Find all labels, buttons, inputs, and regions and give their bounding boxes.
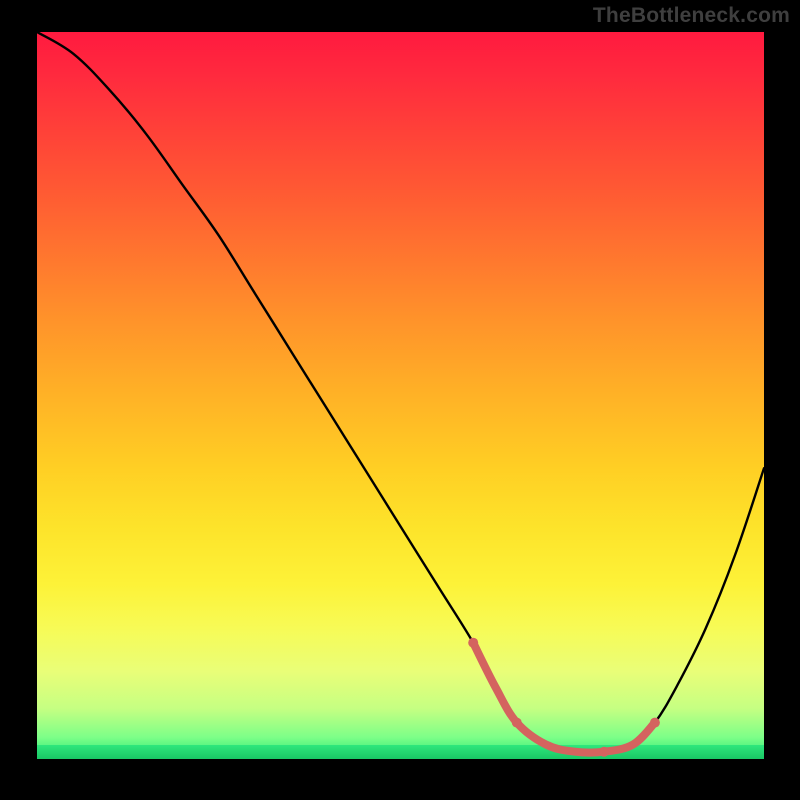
chart-frame: TheBottleneck.com <box>0 0 800 800</box>
watermark-text: TheBottleneck.com <box>593 4 790 28</box>
plot-area <box>37 32 764 759</box>
bottleneck-curve-path <box>37 32 764 753</box>
accent-dot <box>650 718 660 728</box>
accent-dot <box>468 638 478 648</box>
accent-floor-path <box>473 643 655 753</box>
accent-dot <box>599 747 609 757</box>
bottleneck-curve-svg <box>37 32 764 759</box>
accent-dot <box>512 718 522 728</box>
